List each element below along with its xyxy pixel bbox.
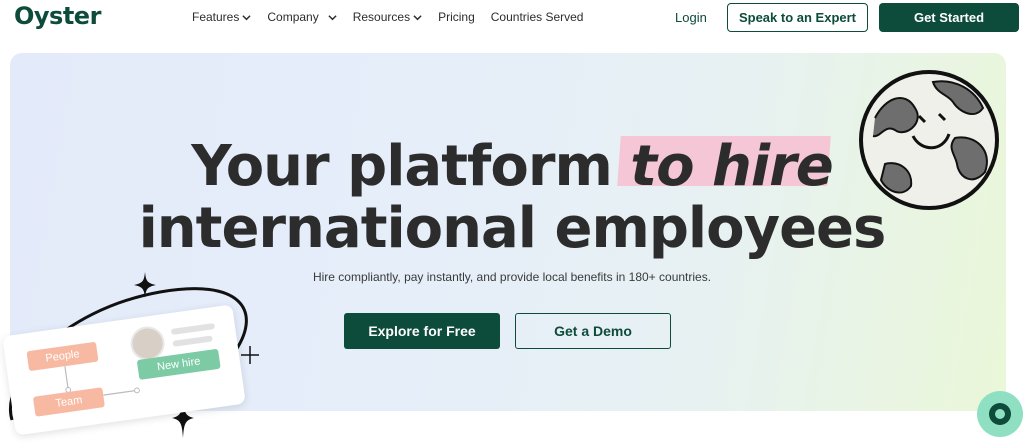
- nav-links: Features Company Resources Pricing Count…: [192, 10, 599, 24]
- chevron-down-icon: [242, 14, 251, 20]
- login-link[interactable]: Login: [675, 10, 707, 25]
- oyster-logo[interactable]: Oyster: [14, 2, 101, 30]
- chevron-down-icon: [328, 14, 337, 20]
- chat-widget-button[interactable]: [977, 391, 1023, 437]
- nav-company-label: Company: [267, 10, 319, 24]
- nav-countries[interactable]: Countries Served: [491, 10, 584, 24]
- hero-subtitle: Hire compliantly, pay instantly, and pro…: [312, 270, 712, 284]
- page: Oyster Features Company Resources Pricin…: [0, 0, 1024, 446]
- nav-pricing-label: Pricing: [438, 10, 475, 24]
- nav-pricing[interactable]: Pricing: [438, 10, 475, 24]
- nav-company[interactable]: Company: [267, 10, 337, 24]
- explore-for-free-button[interactable]: Explore for Free: [344, 313, 500, 349]
- headline-line-1: Your platform to hire: [0, 134, 1024, 199]
- speak-to-expert-button[interactable]: Speak to an Expert: [727, 3, 868, 32]
- headline-line-2: international employees: [138, 196, 887, 261]
- nav-features-label: Features: [192, 10, 240, 24]
- headline-part1: Your platform: [191, 134, 631, 199]
- nav-countries-label: Countries Served: [490, 10, 584, 24]
- placeholder-line: [172, 335, 213, 347]
- sparkle-icon: [241, 346, 259, 364]
- connector-line: [103, 387, 140, 396]
- get-a-demo-button[interactable]: Get a Demo: [515, 313, 671, 349]
- placeholder-line: [170, 322, 216, 336]
- top-nav: Oyster Features Company Resources Pricin…: [0, 0, 1024, 34]
- team-pill: Team: [32, 387, 105, 417]
- get-started-button[interactable]: Get Started: [879, 3, 1019, 32]
- nav-features[interactable]: Features: [192, 10, 251, 24]
- nav-resources[interactable]: Resources: [353, 10, 422, 24]
- chat-bubble-icon: [989, 403, 1011, 425]
- headline-highlight-text: to hire: [630, 134, 833, 199]
- chevron-down-icon: [413, 14, 422, 20]
- connector-line: [64, 366, 72, 393]
- nav-resources-label: Resources: [352, 10, 411, 24]
